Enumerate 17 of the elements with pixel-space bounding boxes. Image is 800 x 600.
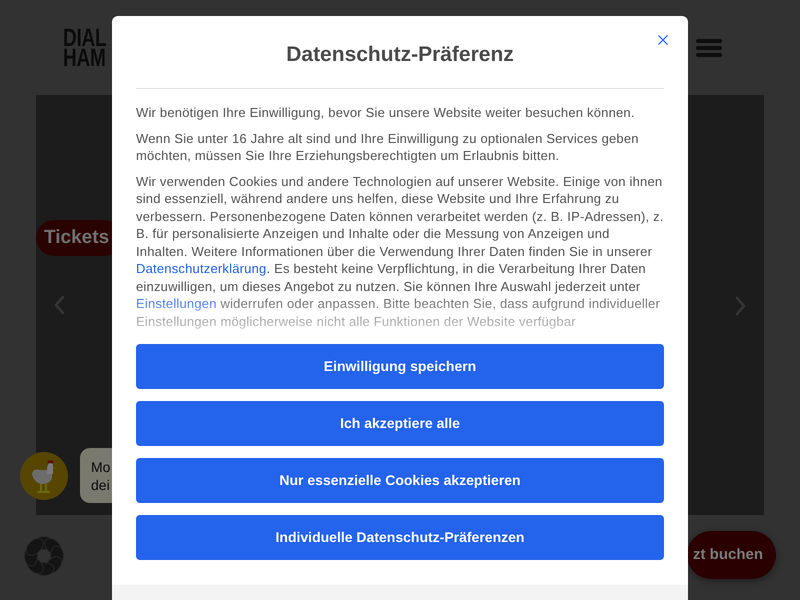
paragraph-text: Wir verwenden Cookies und andere Technologien auf unserer Website. Einige von ihnen sind essenziell, während andere uns helfen, diese Website und Ihre Erfahrung zu verbessern. Personenbezogene Daten können verarbeitet werden (z. B. IP-Adressen), z. B. für personalisierte Anzeigen und Inhalte oder die Messung von Anzeigen und Inhalten. Weitere Informationen über die Verwendung Ihrer Daten finden Sie in unserer Datenschutzerklärung. Es besteht keine Verpflichtung, in die Verarbeitung Ihrer Daten einzuwilligen, um dieses Angebot zu nutzen. Sie können Ihre Auswahl jederzeit unter Einstellungen widerrufen oder anpassen. Bitte beachten Sie, dass aufgrund individueller Einstellungen möglicherweise nicht alle Funktionen der Website verfügbar: [136, 172, 664, 330]
close-button[interactable]: [656, 33, 670, 47]
dialog-title: Datenschutz-Präferenz: [286, 42, 514, 68]
text-link[interactable]: Datenschutzerklärung: [136, 261, 266, 276]
chevron-right-icon[interactable]: [735, 296, 747, 316]
chicken-avatar-icon[interactable]: [20, 452, 68, 500]
book-button[interactable]: zt buchen: [687, 531, 776, 579]
consent-button[interactable]: Nur essenzielle Cookies akzeptieren: [136, 458, 664, 503]
consent-button[interactable]: Ich akzeptiere alle: [136, 401, 664, 446]
paragraph-text: Wenn Sie unter 16 Jahre alt sind und Ihre Einwilligung zu optionalen Services geben möchten, müssen Sie Ihre Erziehungsberechtigten um Erlaubnis bitten.: [136, 130, 640, 164]
text-link[interactable]: Einstellungen: [136, 296, 217, 311]
chevron-left-icon[interactable]: [53, 295, 65, 315]
close-icon: [658, 35, 668, 45]
paragraph-text: Wir benötigen Ihre Einwilligung, bevor Sie unsere Website weiter besuchen können.: [136, 104, 636, 122]
consent-button[interactable]: Einwilligung speichern: [136, 344, 664, 389]
consent-button[interactable]: Individuelle Datenschutz-Präferenzen: [136, 515, 664, 560]
menu-icon[interactable]: [696, 38, 722, 56]
